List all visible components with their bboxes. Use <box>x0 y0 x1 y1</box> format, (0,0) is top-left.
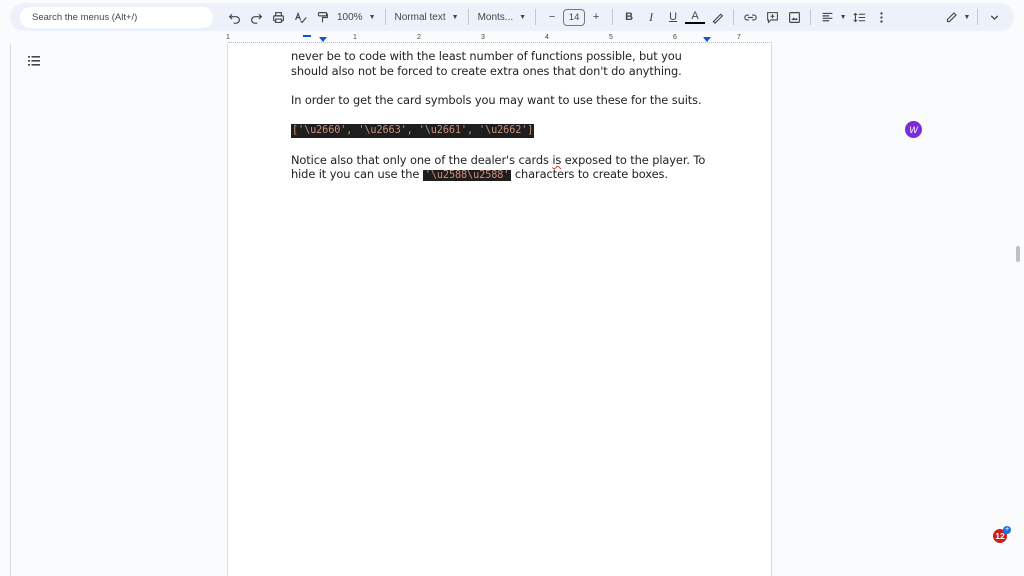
bold-button[interactable]: B <box>619 6 639 28</box>
left-indent-marker[interactable] <box>319 37 327 42</box>
ruler-tick: 7 <box>737 34 741 41</box>
notification-badge[interactable]: 12 + <box>991 526 1011 544</box>
ruler-line <box>228 42 772 43</box>
toolbar: Search the menus (Alt+/) 100% ▼ Normal te… <box>0 0 1024 34</box>
paragraph: never be to code with the least number o… <box>291 49 682 78</box>
plus-icon: + <box>1003 526 1011 534</box>
divider <box>977 9 978 25</box>
underline-button[interactable]: U <box>663 6 683 28</box>
more-options-icon[interactable] <box>871 6 891 28</box>
ruler-tick: 6 <box>673 34 677 41</box>
editing-mode-icon[interactable] <box>941 6 961 28</box>
divider <box>384 9 386 25</box>
divider <box>733 9 735 25</box>
addon-icon[interactable]: W <box>905 121 922 138</box>
redo-icon[interactable] <box>246 6 266 28</box>
divider <box>535 9 537 25</box>
font-value: Monts... <box>477 11 514 23</box>
ruler-tick: 2 <box>417 34 421 41</box>
collapse-toolbar-icon[interactable] <box>984 6 1004 28</box>
first-line-indent-marker[interactable] <box>303 35 311 37</box>
scrollbar-thumb[interactable] <box>1016 246 1020 262</box>
italic-button[interactable]: I <box>641 6 661 28</box>
ruler-tick: 1 <box>353 34 357 41</box>
text-run: characters to create boxes. <box>511 167 668 182</box>
search-menus-input[interactable]: Search the menus (Alt+/) <box>20 6 213 28</box>
image-icon[interactable] <box>784 6 804 28</box>
chevron-down-icon[interactable]: ▼ <box>963 6 971 28</box>
chevron-down-icon: ▼ <box>451 13 459 21</box>
divider <box>810 9 812 25</box>
ruler-tick: 4 <box>545 34 549 41</box>
right-indent-marker[interactable] <box>703 37 711 42</box>
inline-code: '\u2588\u2588' <box>422 170 512 182</box>
line-spacing-icon[interactable] <box>849 6 869 28</box>
ruler-tick: 5 <box>609 34 613 41</box>
paragraph: In order to get the card symbols you may… <box>291 92 702 107</box>
toolbar-bar: Search the menus (Alt+/) 100% ▼ Normal te… <box>10 3 1014 31</box>
font-size-input[interactable]: 14 <box>563 8 586 26</box>
ruler-tick: 3 <box>481 34 485 41</box>
link-icon[interactable] <box>740 6 760 28</box>
chevron-down-icon: ▼ <box>519 13 527 21</box>
increase-font-size-button[interactable]: + <box>586 6 606 28</box>
ruler[interactable]: 1 1 2 3 4 5 6 7 <box>226 34 772 44</box>
decrease-font-size-button[interactable]: − <box>542 6 562 28</box>
text-color-button[interactable]: A <box>685 10 706 24</box>
left-margin-line <box>10 44 11 576</box>
spelling-error-word[interactable]: is <box>552 153 561 167</box>
paint-format-icon[interactable] <box>312 6 332 28</box>
divider <box>467 9 469 25</box>
chevron-down-icon[interactable]: ▼ <box>839 6 847 28</box>
text-run: Notice also that only one of the dealer'… <box>291 152 553 167</box>
spellcheck-icon[interactable] <box>290 6 310 28</box>
zoom-dropdown[interactable]: 100% ▼ <box>333 12 380 23</box>
print-icon[interactable] <box>268 6 288 28</box>
font-dropdown[interactable]: Monts... ▼ <box>474 12 531 23</box>
highlight-icon[interactable] <box>707 6 727 28</box>
divider <box>612 9 614 25</box>
style-value: Normal text <box>394 11 446 23</box>
document-outline-icon[interactable] <box>27 54 41 68</box>
document-body[interactable]: never be to code with the least number o… <box>291 49 711 199</box>
undo-icon[interactable] <box>224 6 244 28</box>
align-icon[interactable] <box>817 6 837 28</box>
paragraph: Notice also that only one of the dealer'… <box>291 153 711 184</box>
code-block: ['\u2660', '\u2663', '\u2661', '\u2662'] <box>291 123 535 139</box>
comment-icon[interactable] <box>762 6 782 28</box>
zoom-value: 100% <box>337 11 363 23</box>
chevron-down-icon: ▼ <box>368 13 376 21</box>
style-dropdown[interactable]: Normal text ▼ <box>391 12 463 23</box>
ruler-tick: 1 <box>226 34 230 41</box>
